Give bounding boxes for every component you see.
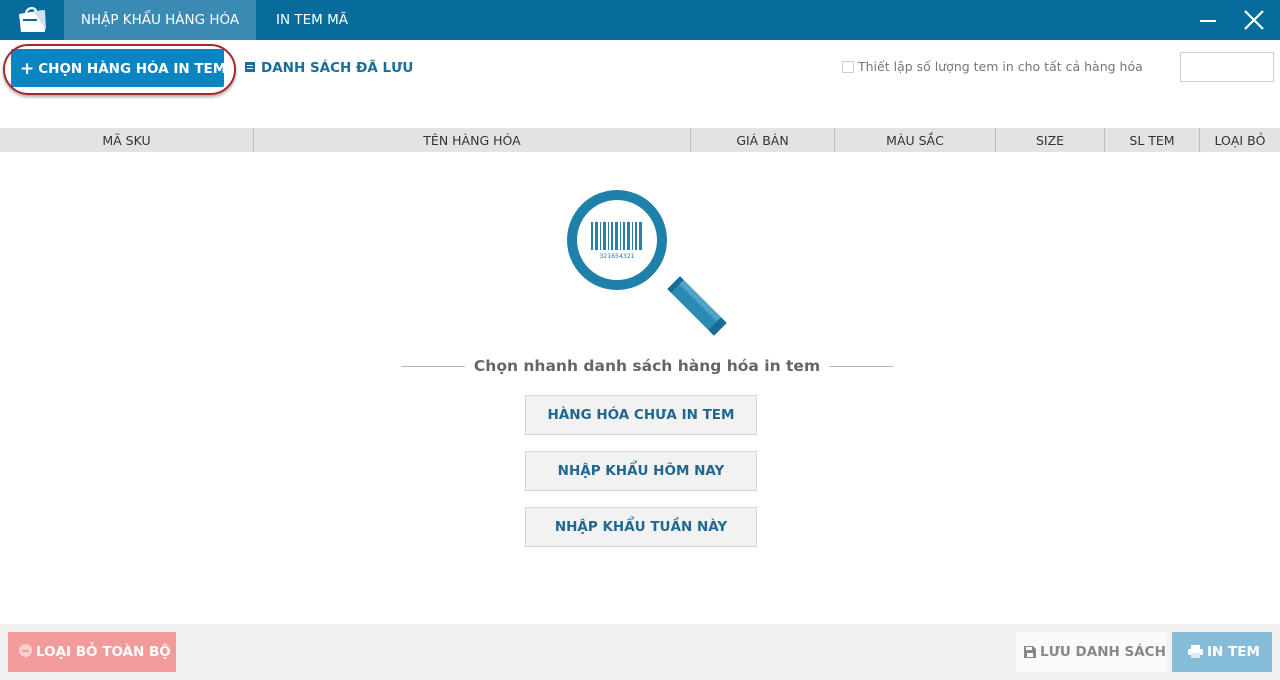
set-qty-label: Thiết lập số lượng tem in cho tất cả hàn… xyxy=(858,59,1143,74)
floppy-disk-icon xyxy=(1024,646,1036,658)
app-window: NHẬP KHẨU HÀNG HÓA IN TEM MÃ + CHỌN HÀNG … xyxy=(0,0,1280,680)
magnifier-barcode-icon: 321654321 xyxy=(567,190,727,336)
saved-list-label: DANH SÁCH ĐÃ LƯU xyxy=(261,60,414,76)
title-bar: NHẬP KHẨU HÀNG HÓA IN TEM MÃ xyxy=(0,0,1280,40)
choose-goods-label: CHỌN HÀNG HÓA IN TEM xyxy=(38,61,227,77)
print-labels-label: IN TEM xyxy=(1207,644,1260,660)
imported-today-button[interactable]: NHẬP KHẨU HÔM NAY xyxy=(525,451,757,491)
plus-icon: + xyxy=(20,59,35,79)
column-remove[interactable]: LOẠI BỎ xyxy=(1200,128,1280,152)
quick-select-title: Chọn nhanh danh sách hàng hóa in tem xyxy=(473,357,821,375)
print-labels-button[interactable]: IN TEM xyxy=(1172,632,1272,672)
remove-all-label: LOẠI BỎ TOÀN BỘ xyxy=(36,644,171,660)
column-price[interactable]: GIÁ BÁN xyxy=(691,128,835,152)
minimize-button[interactable] xyxy=(1188,0,1228,40)
shopping-bag-icon xyxy=(19,7,46,32)
tab-import-goods[interactable]: NHẬP KHẨU HÀNG HÓA xyxy=(64,0,256,40)
qty-all-input[interactable] xyxy=(1180,52,1274,82)
minus-circle-icon xyxy=(19,644,32,657)
table-header: MÃ SKU TÊN HÀNG HÓA GIÁ BÁN MÀU SẮC SIZE… xyxy=(0,128,1280,152)
column-size[interactable]: SIZE xyxy=(996,128,1105,152)
set-qty-checkbox[interactable] xyxy=(842,61,854,73)
close-icon xyxy=(1244,10,1264,30)
imported-this-week-button[interactable]: NHẬP KHẨU TUẦN NÀY xyxy=(525,507,757,547)
printer-icon xyxy=(1188,645,1203,658)
column-color[interactable]: MÀU SẮC xyxy=(835,128,996,152)
choose-goods-button[interactable]: + CHỌN HÀNG HÓA IN TEM xyxy=(11,49,227,87)
remove-all-button[interactable]: LOẠI BỎ TOÀN BỘ xyxy=(8,632,176,672)
footer-bar: LOẠI BỎ TOÀN BỘ LƯU DANH SÁCH IN TEM xyxy=(0,624,1280,680)
close-button[interactable] xyxy=(1234,0,1274,40)
column-label-qty[interactable]: SL TEM xyxy=(1105,128,1200,152)
save-list-label: LƯU DANH SÁCH xyxy=(1040,644,1166,660)
list-icon xyxy=(245,62,255,72)
unprinted-goods-button[interactable]: HÀNG HÓA CHƯA IN TEM xyxy=(525,395,757,435)
set-qty-all-option[interactable]: Thiết lập số lượng tem in cho tất cả hàn… xyxy=(842,60,1143,74)
column-name[interactable]: TÊN HÀNG HÓA xyxy=(254,128,691,152)
column-sku[interactable]: MÃ SKU xyxy=(0,128,254,152)
saved-list-link[interactable]: DANH SÁCH ĐÃ LƯU xyxy=(245,58,413,78)
minimize-icon xyxy=(1200,20,1216,22)
barcode-number: 321654321 xyxy=(599,252,634,260)
save-list-button[interactable]: LƯU DANH SÁCH xyxy=(1016,632,1167,672)
tab-print-labels[interactable]: IN TEM MÃ xyxy=(256,0,368,40)
